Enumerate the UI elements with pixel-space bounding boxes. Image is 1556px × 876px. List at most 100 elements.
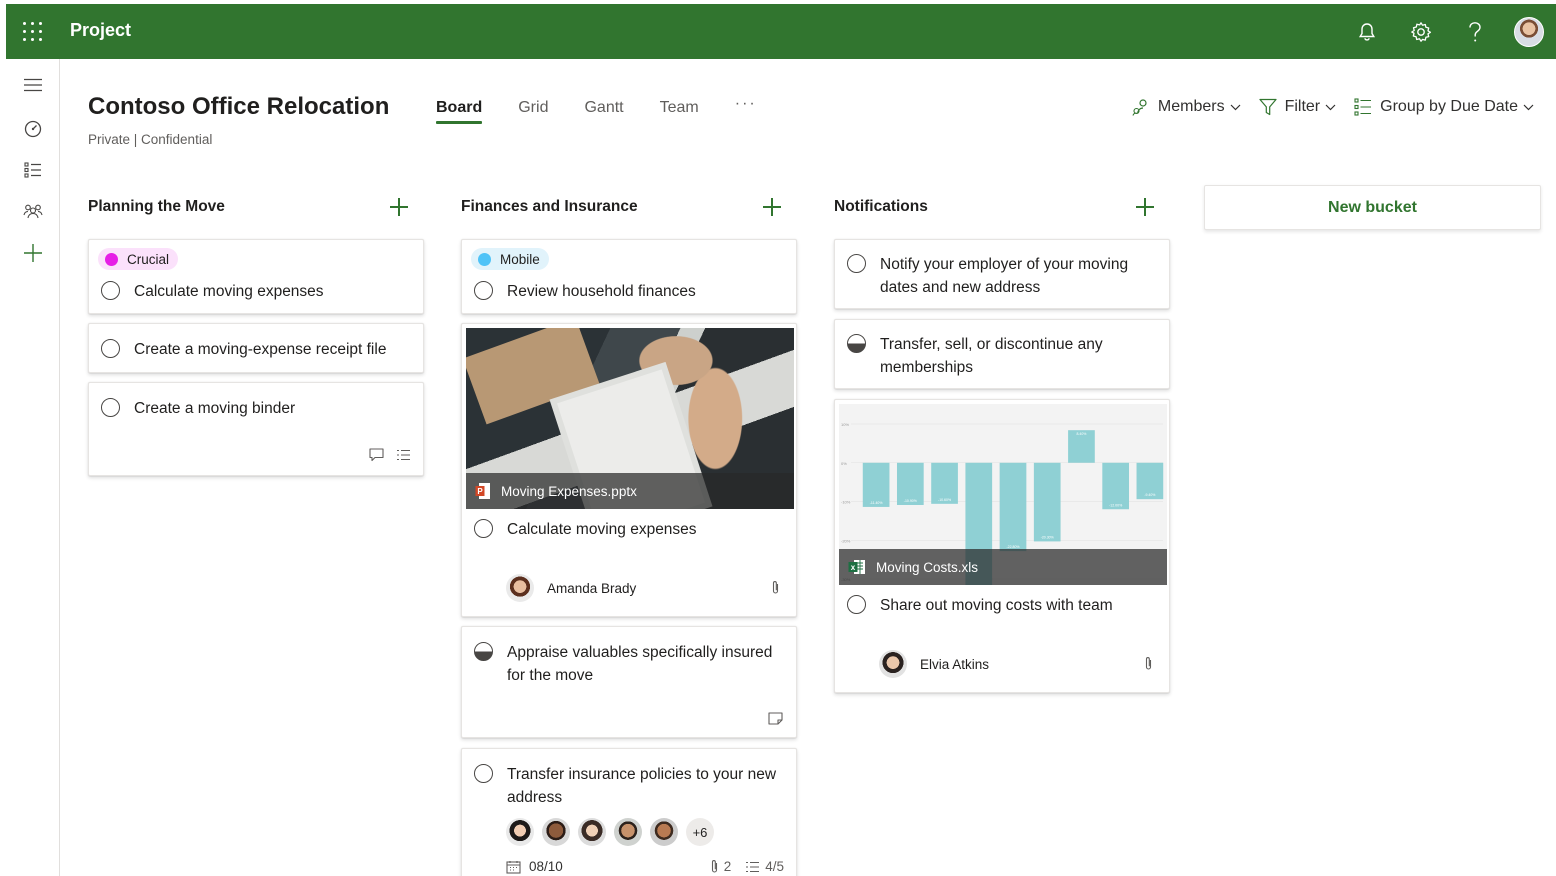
task-card[interactable]: Notify your employer of your moving date… bbox=[834, 239, 1170, 309]
task-card[interactable]: Transfer insurance policies to your new … bbox=[461, 748, 797, 876]
help-question-icon[interactable] bbox=[1448, 4, 1502, 59]
bucket-finances-and-insurance: Finances and Insurance Mobile Review hou… bbox=[461, 185, 797, 876]
tab-gantt[interactable]: Gantt bbox=[584, 99, 623, 123]
assignee-avatars[interactable]: +6 bbox=[506, 818, 714, 846]
task-title: Create a moving-expense receipt file bbox=[134, 341, 387, 358]
in-progress-task-checkbox[interactable] bbox=[847, 334, 866, 353]
complete-task-checkbox[interactable] bbox=[101, 398, 120, 417]
task-card[interactable]: P Moving Expenses.pptx Calculate moving … bbox=[461, 323, 797, 617]
app-title[interactable]: Project bbox=[70, 20, 131, 41]
attachment-paperclip-icon bbox=[711, 860, 717, 873]
comment-icon bbox=[369, 448, 384, 462]
checklist-progress: 4/5 bbox=[745, 859, 784, 874]
more-tabs-ellipsis[interactable]: ··· bbox=[735, 95, 757, 123]
complete-task-checkbox[interactable] bbox=[101, 339, 120, 358]
tab-team[interactable]: Team bbox=[660, 99, 699, 123]
task-card[interactable]: Crucial Calculate moving expenses bbox=[88, 239, 424, 314]
add-task-plus-icon[interactable] bbox=[763, 198, 781, 216]
members-button[interactable]: Members bbox=[1132, 98, 1241, 116]
complete-task-checkbox[interactable] bbox=[474, 281, 493, 300]
settings-gear-icon[interactable] bbox=[1394, 4, 1448, 59]
attachment-preview[interactable]: 10%0%-10%-20%-30%-11.40%-10.90%-10.60%-3… bbox=[839, 404, 1167, 585]
label-pill-crucial: Crucial bbox=[98, 248, 179, 270]
filter-funnel-icon bbox=[1258, 98, 1277, 116]
attachment-filename: Moving Expenses.pptx bbox=[501, 483, 637, 499]
in-progress-task-checkbox[interactable] bbox=[474, 642, 493, 661]
label-text: Crucial bbox=[127, 251, 170, 267]
bucket-title[interactable]: Finances and Insurance bbox=[461, 198, 638, 216]
label-pill-mobile: Mobile bbox=[471, 248, 549, 270]
svg-text:x: x bbox=[851, 563, 856, 572]
plan-sensitivity-label: Private | Confidential bbox=[88, 132, 213, 147]
complete-task-checkbox[interactable] bbox=[101, 281, 120, 300]
due-date[interactable]: 08/10 bbox=[506, 859, 563, 874]
complete-task-checkbox[interactable] bbox=[474, 764, 493, 783]
avatar bbox=[542, 818, 570, 846]
bucket-title[interactable]: Notifications bbox=[834, 198, 928, 216]
user-avatar[interactable] bbox=[1502, 4, 1556, 59]
complete-task-checkbox[interactable] bbox=[847, 254, 866, 273]
filter-label: Filter bbox=[1284, 98, 1321, 115]
filter-button[interactable]: Filter bbox=[1258, 98, 1337, 116]
task-card[interactable]: 10%0%-10%-20%-30%-11.40%-10.90%-10.60%-3… bbox=[834, 399, 1170, 693]
y-tick-label: -10% bbox=[841, 500, 851, 505]
add-plan-plus-icon[interactable] bbox=[6, 235, 60, 271]
checklist-icon bbox=[397, 449, 410, 461]
chart-bar bbox=[1033, 462, 1061, 542]
task-title: Appraise valuables specifically insured … bbox=[507, 644, 773, 684]
attachment-paperclip-icon bbox=[1145, 657, 1152, 670]
avatar bbox=[506, 818, 534, 846]
bar-data-label: -20.30% bbox=[1041, 535, 1054, 539]
more-assignees-count[interactable]: +6 bbox=[686, 818, 714, 846]
members-icon bbox=[1132, 99, 1147, 116]
assignee[interactable]: Amanda Brady bbox=[506, 574, 636, 602]
attachment-preview[interactable]: P Moving Expenses.pptx bbox=[466, 328, 794, 509]
excel-file-icon: x bbox=[848, 560, 865, 574]
tab-board[interactable]: Board bbox=[436, 99, 483, 124]
task-card[interactable]: Create a moving-expense receipt file bbox=[88, 323, 424, 373]
bar-data-label: 8.40% bbox=[1076, 432, 1086, 436]
avatar bbox=[614, 818, 642, 846]
tab-grid[interactable]: Grid bbox=[518, 99, 548, 123]
new-bucket-button[interactable]: New bucket bbox=[1204, 185, 1541, 230]
task-card[interactable]: Create a moving binder bbox=[88, 382, 424, 476]
hamburger-menu-icon[interactable] bbox=[6, 67, 60, 103]
dashboard-gauge-icon[interactable] bbox=[6, 111, 60, 147]
group-by-button[interactable]: Group by Due Date bbox=[1354, 98, 1534, 116]
people-group-icon[interactable] bbox=[6, 193, 60, 229]
add-task-plus-icon[interactable] bbox=[1136, 198, 1154, 216]
app-launcher-icon[interactable] bbox=[23, 22, 42, 41]
task-title: Calculate moving expenses bbox=[507, 521, 697, 538]
attachment-paperclip-icon bbox=[772, 581, 779, 594]
members-label: Members bbox=[1157, 98, 1225, 115]
task-card[interactable]: Appraise valuables specifically insured … bbox=[461, 626, 797, 738]
assignee[interactable]: Elvia Atkins bbox=[879, 650, 989, 678]
attachments-count-text: 2 bbox=[723, 859, 732, 874]
bucket-planning-the-move: Planning the Move Crucial Calculate movi… bbox=[88, 185, 424, 476]
complete-task-checkbox[interactable] bbox=[474, 519, 493, 538]
bar-data-label: -11.40% bbox=[870, 501, 883, 505]
task-title: Review household finances bbox=[507, 283, 696, 300]
task-title: Calculate moving expenses bbox=[134, 283, 324, 300]
add-task-plus-icon[interactable] bbox=[390, 198, 408, 216]
avatar bbox=[879, 650, 907, 678]
task-card[interactable]: Transfer, sell, or discontinue any membe… bbox=[834, 319, 1170, 389]
y-tick-label: -20% bbox=[841, 538, 851, 543]
notifications-bell-icon[interactable] bbox=[1340, 4, 1394, 59]
bar-data-label: -10.60% bbox=[938, 498, 951, 502]
complete-task-checkbox[interactable] bbox=[847, 595, 866, 614]
notes-description-icon bbox=[768, 712, 783, 725]
task-title: Transfer, sell, or discontinue any membe… bbox=[880, 336, 1103, 376]
bucket-title[interactable]: Planning the Move bbox=[88, 198, 225, 216]
bar-data-label: -9.40% bbox=[1144, 493, 1155, 497]
attachment-filename: Moving Costs.xls bbox=[876, 559, 979, 575]
bar-data-label: -10.90% bbox=[904, 499, 917, 503]
checklist-icon bbox=[746, 861, 760, 872]
left-nav-rail bbox=[6, 59, 60, 876]
group-by-list-icon bbox=[1354, 98, 1372, 116]
y-tick-label: 10% bbox=[841, 422, 849, 427]
task-card[interactable]: Mobile Review household finances bbox=[461, 239, 797, 314]
attachments-count: 2 bbox=[710, 859, 732, 874]
due-date-text: 08/10 bbox=[529, 859, 563, 874]
task-list-icon[interactable] bbox=[6, 152, 60, 188]
